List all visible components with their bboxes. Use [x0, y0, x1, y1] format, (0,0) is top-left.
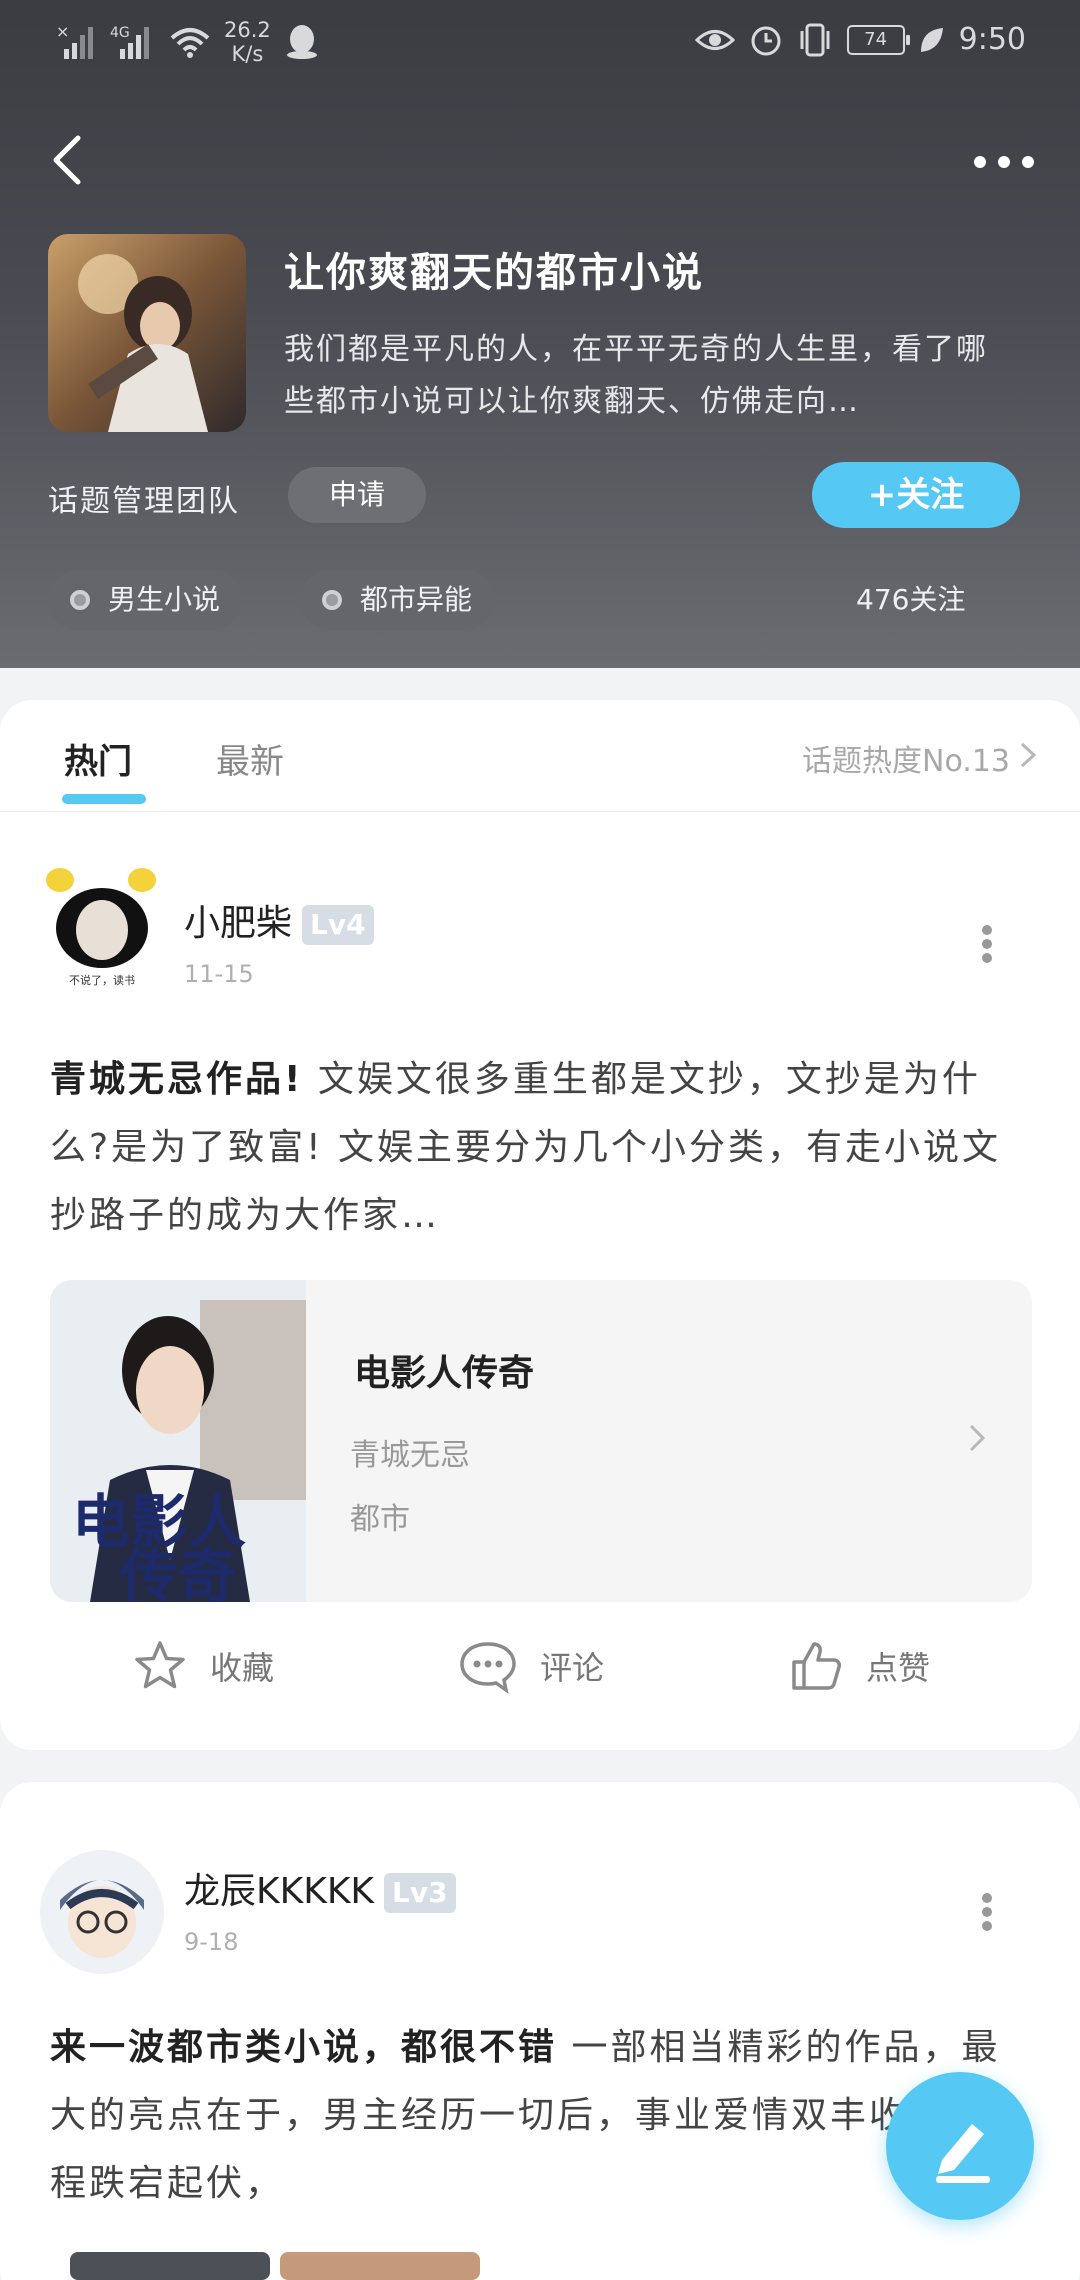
chevron-left-icon: [53, 135, 81, 185]
avatar[interactable]: 不说了，读书: [40, 868, 164, 992]
post-text[interactable]: 青城无忌作品! 文娱文很多重生都是文抄，文抄是为什么?是为了致富! 文娱主要分为…: [50, 1046, 1030, 1250]
meme-avatar-icon: 不说了，读书: [40, 868, 164, 992]
book-title: 电影人传奇: [354, 1353, 535, 1394]
collect-button[interactable]: 收藏: [132, 1638, 274, 1694]
status-bar: × 4G 26.2 K/s 74 9:50: [0, 0, 1080, 92]
svg-text:传奇: 传奇: [119, 1542, 236, 1602]
post-headline: 来一波都市类小说，都很不错: [50, 2027, 558, 2068]
topic-description: 我们都是平凡的人，在平平无奇的人生里，看了哪些都市小说可以让你爽翻天、仿佛走向…: [284, 332, 988, 419]
vibrate-icon: [800, 23, 830, 56]
apply-button[interactable]: 申请: [288, 467, 426, 523]
alarm-icon: [751, 26, 781, 55]
tag-dot-icon: [70, 590, 90, 610]
level-badge: Lv4: [302, 905, 374, 945]
chevron-right-icon: [1020, 742, 1037, 768]
tag-male-novel[interactable]: 男生小说: [48, 570, 243, 630]
write-post-button[interactable]: [886, 2072, 1034, 2220]
username[interactable]: 龙辰KKKKK Lv3: [184, 1862, 456, 1914]
back-button[interactable]: [44, 130, 104, 190]
comment-button[interactable]: 评论: [458, 1638, 604, 1694]
thumbs-up-icon: [792, 1642, 841, 1690]
like-label: 点赞: [866, 1649, 931, 1687]
username-text: 小肥柴: [184, 903, 293, 944]
book-card[interactable]: 电影人 传奇 电影人传奇 青城无忌 都市: [50, 1280, 1032, 1602]
cover-illustration-icon: [48, 234, 246, 432]
star-icon: [135, 1641, 185, 1689]
follow-count: 476关注: [856, 583, 966, 616]
comment-label: 评论: [540, 1649, 605, 1687]
tab-hot[interactable]: 热门: [64, 734, 132, 783]
book-author: 青城无忌: [350, 1438, 470, 1473]
avatar[interactable]: [40, 1850, 164, 1974]
svg-text:4G: 4G: [110, 25, 130, 41]
status-right: 74 9:50: [694, 22, 1026, 57]
follow-button[interactable]: +关注: [812, 462, 1020, 528]
post-text[interactable]: 来一波都市类小说，都很不错 一部相当精彩的作品，最大的亮点在于，男主经历一切后，…: [50, 2014, 1030, 2220]
signal-4g-icon: 4G: [110, 25, 149, 59]
book-cover-illustration-icon: 电影人 传奇: [50, 1280, 306, 1602]
tag-label: 都市异能: [360, 583, 473, 616]
eye-icon: [694, 29, 735, 50]
network-speed: 26.2 K/s: [224, 18, 271, 66]
post-date: 9-18: [184, 1928, 239, 1956]
more-dots-icon: [974, 156, 1034, 168]
battery-indicator: 74: [846, 24, 910, 55]
more-button[interactable]: [964, 140, 1044, 180]
management-team-label: 话题管理团队: [48, 484, 240, 519]
username[interactable]: 小肥柴 Lv4: [184, 894, 374, 946]
svg-text:×: ×: [56, 23, 69, 41]
anime-avatar-icon: [40, 1850, 164, 1974]
tag-urban-power[interactable]: 都市异能: [300, 570, 495, 630]
tag-label: 男生小说: [108, 583, 221, 616]
topic-header: × 4G 26.2 K/s 74 9:50 让你爽翻天的都市小说 我们都是平凡的…: [0, 0, 1080, 668]
post-date: 11-15: [184, 960, 254, 988]
topic-title: 让你爽翻天的都市小说: [284, 250, 704, 296]
username-text: 龙辰KKKKK: [184, 1871, 375, 1912]
tab-latest[interactable]: 最新: [216, 734, 284, 783]
post-menu-icon[interactable]: [980, 1892, 994, 1932]
post-menu-icon[interactable]: [980, 924, 994, 964]
level-badge: Lv3: [384, 1873, 456, 1913]
tag-dot-icon: [322, 590, 342, 610]
wifi-icon: [170, 28, 210, 58]
tab-active-indicator: [62, 794, 146, 804]
topic-cover-image: [48, 234, 246, 432]
qq-icon: [286, 25, 317, 59]
topic-rank-link[interactable]: 话题热度No.13: [802, 736, 1010, 780]
post-actions: 收藏 评论 点赞: [0, 1630, 1080, 1710]
clock: 9:50: [958, 22, 1026, 57]
collect-label: 收藏: [210, 1649, 275, 1687]
signal-off-icon: ×: [56, 23, 93, 59]
comment-icon: [460, 1642, 516, 1694]
tab-bar: 热门 最新 话题热度No.13: [0, 700, 1080, 812]
pencil-icon: [936, 2124, 990, 2183]
chevron-right-icon: [969, 1424, 986, 1452]
status-left: × 4G 26.2 K/s: [56, 18, 319, 66]
speed-value: 26.2: [224, 18, 271, 42]
leaf-icon: [920, 27, 943, 52]
svg-text:不说了，读书: 不说了，读书: [69, 973, 135, 987]
like-button[interactable]: 点赞: [788, 1638, 930, 1694]
book-cover-image: 电影人 传奇: [50, 1280, 306, 1602]
book-genre: 都市: [350, 1502, 410, 1537]
speed-unit: K/s: [231, 42, 264, 66]
post-headline: 青城无忌作品!: [50, 1059, 304, 1100]
book-thumbnails-peek: [70, 2252, 480, 2280]
